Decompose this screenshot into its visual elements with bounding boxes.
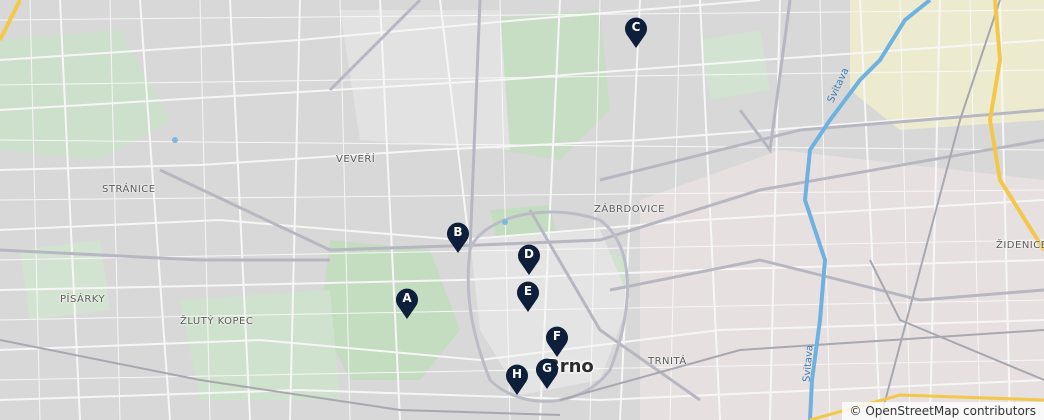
- district-label-zabrdovice: Zábrdovice: [594, 204, 665, 215]
- map-marker-c[interactable]: C: [624, 17, 648, 49]
- district-label-zidenice: Židenice: [996, 240, 1044, 251]
- marker-label: D: [524, 247, 534, 261]
- marker-label: H: [511, 367, 523, 381]
- district-label-stranice: Stránice: [102, 184, 156, 195]
- map-marker-f[interactable]: F: [545, 326, 569, 358]
- marker-label: G: [542, 361, 552, 375]
- map-canvas[interactable]: Veveří Stránice Písárky Žlutý Kopec Zábr…: [0, 0, 1044, 420]
- district-label-trnita: Trnitá: [648, 356, 687, 367]
- map-marker-b[interactable]: B: [446, 222, 470, 254]
- map-attribution: © OpenStreetMap contributors: [841, 402, 1044, 420]
- map-base-layer: [0, 0, 1044, 420]
- map-marker-d[interactable]: D: [517, 244, 541, 276]
- map-marker-g[interactable]: G: [535, 358, 559, 390]
- district-label-zluty-kopec: Žlutý Kopec: [180, 316, 254, 327]
- marker-label: B: [453, 225, 463, 239]
- map-marker-a[interactable]: A: [395, 288, 419, 320]
- district-label-veveri: Veveří: [336, 154, 376, 165]
- marker-label: E: [523, 284, 533, 298]
- marker-label: A: [402, 291, 412, 305]
- marker-label: C: [631, 20, 641, 34]
- marker-label: F: [552, 329, 562, 343]
- map-marker-h[interactable]: H: [505, 364, 529, 396]
- map-marker-e[interactable]: E: [516, 281, 540, 313]
- district-label-pisarky: Písárky: [60, 294, 106, 305]
